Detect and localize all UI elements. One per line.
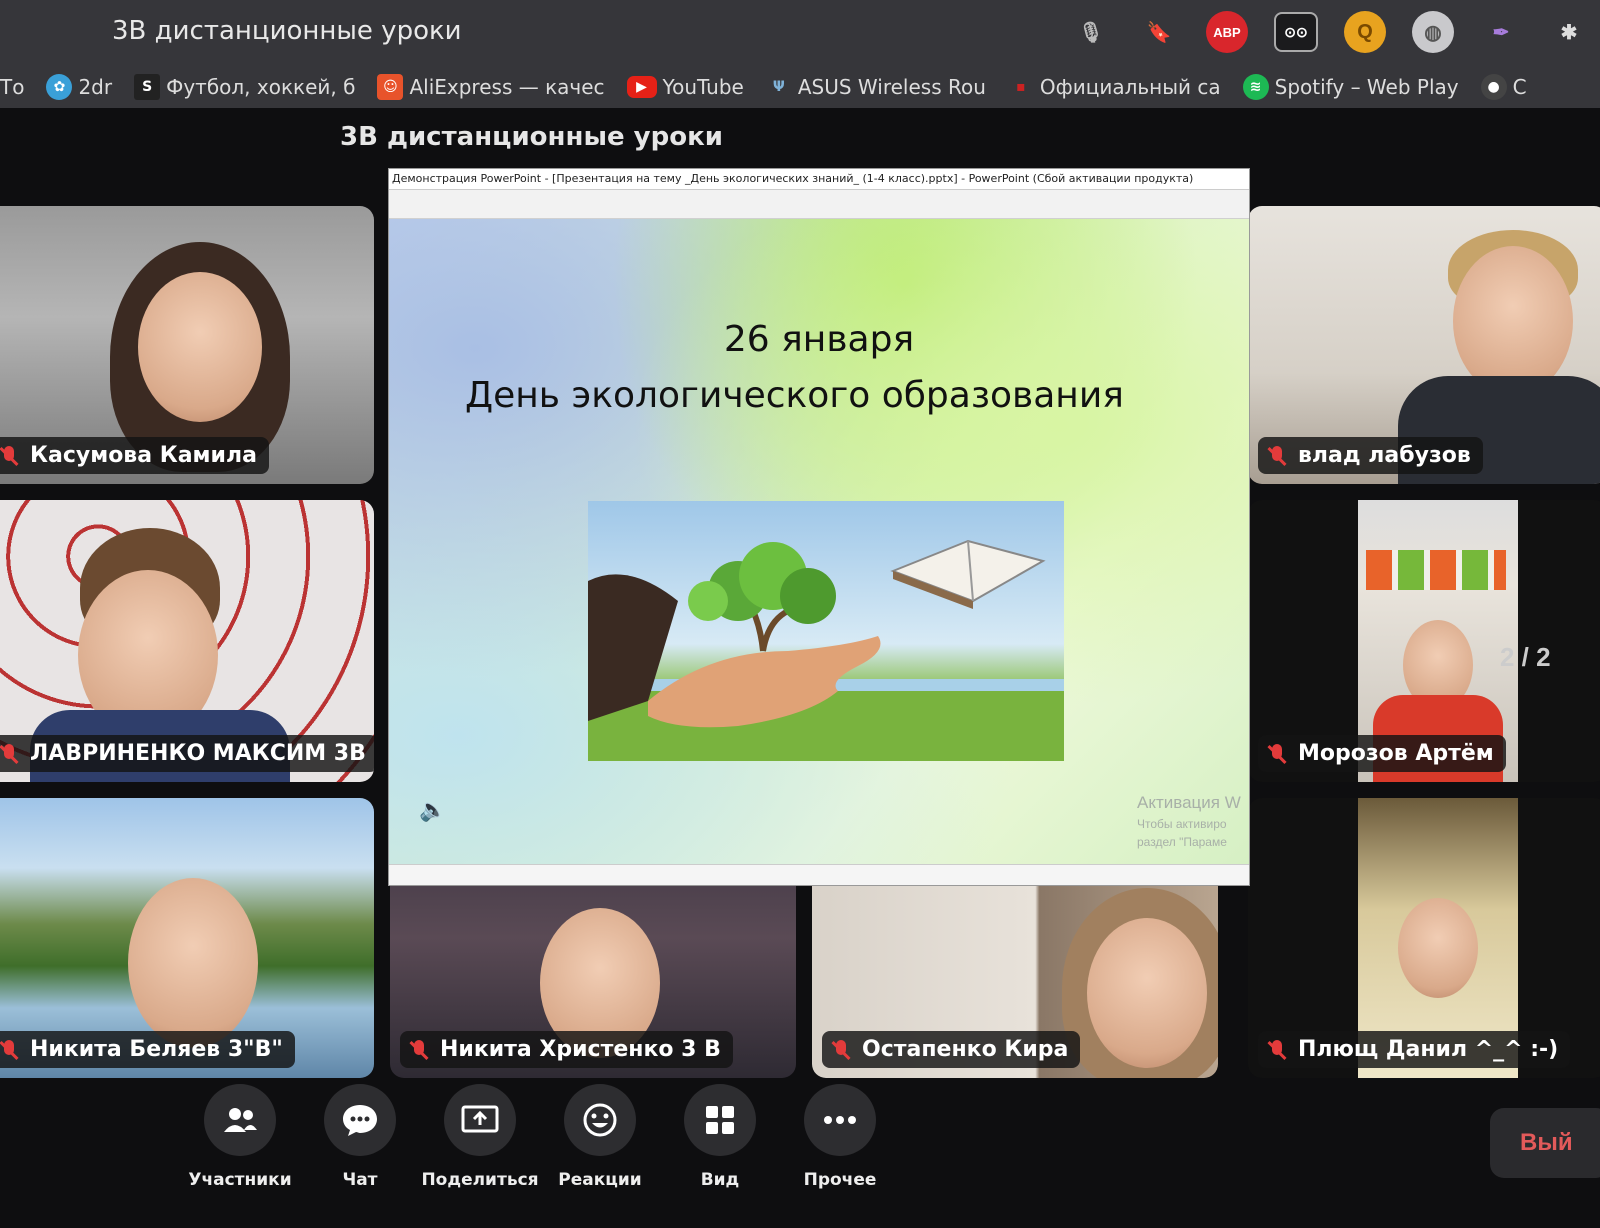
participant-face	[1087, 918, 1207, 1068]
participant-tile[interactable]: Касумова Камила	[0, 206, 374, 484]
bookmark-item[interactable]: ≋ Spotify – Web Play	[1242, 74, 1459, 100]
tab-title[interactable]: 3В дистанционные уроки	[112, 16, 462, 46]
bookmark-item[interactable]: ✿ 2dr	[46, 74, 112, 100]
mic-off-icon	[830, 1039, 852, 1061]
mic-off-icon	[0, 1039, 20, 1061]
meeting-toolbar: Участники Чат Поделиться Реакции Вид Про…	[180, 1084, 900, 1190]
coin-extension-icon[interactable]: Q	[1344, 11, 1386, 53]
participants-button[interactable]: Участники	[180, 1084, 300, 1190]
mic-off-icon	[1266, 743, 1288, 765]
globe-icon[interactable]: ◍	[1412, 11, 1454, 53]
youtube-icon: ▶	[626, 76, 657, 98]
hands-tree-book-illustration	[588, 539, 1064, 761]
camera-extension-icon[interactable]: ⊙⊙	[1274, 12, 1318, 52]
page-indicator[interactable]: 2 / 2	[1500, 642, 1551, 673]
reactions-button[interactable]: Реакции	[540, 1084, 660, 1190]
bookmark-item[interactable]: ● С	[1480, 74, 1527, 100]
extensions-bar: 🎙 🔖 ABP ⊙⊙ Q ◍ ✒ ✱	[1070, 8, 1600, 56]
participant-face	[1398, 898, 1478, 998]
ppt-status-bar	[389, 864, 1249, 885]
participant-name: Касумова Камила	[0, 437, 269, 474]
presentation-slide: 26 января День экологического образовани…	[389, 219, 1249, 865]
participant-tile[interactable]: Морозов Артём	[1248, 500, 1600, 782]
reactions-icon	[564, 1084, 636, 1156]
view-button[interactable]: Вид	[660, 1084, 780, 1190]
participant-name: ЛАВРИНЕНКО МАКСИМ 3В	[0, 735, 374, 772]
bookmark-item[interactable]: S Футбол, хоккей, б	[134, 74, 355, 100]
participant-name: Морозов Артём	[1258, 735, 1506, 772]
participant-name: Остапенко Кира	[822, 1031, 1081, 1068]
participant-face	[128, 878, 258, 1048]
meeting-title: 3В дистанционные уроки	[340, 122, 723, 152]
asus-icon: Ψ	[772, 79, 785, 95]
background-shelf	[1366, 550, 1506, 590]
browser-header: 3В дистанционные уроки 🎙 🔖 ABP ⊙⊙ Q ◍ ✒ …	[0, 0, 1600, 108]
feather-icon[interactable]: ✒	[1480, 11, 1522, 53]
ppt-ribbon	[389, 190, 1249, 219]
bookmark-item[interactable]: То	[0, 75, 24, 99]
view-grid-icon	[684, 1084, 756, 1156]
speaker-icon[interactable]: 🔈	[419, 797, 446, 823]
participant-tile[interactable]: Плющ Данил ^_^ :-)	[1248, 798, 1600, 1078]
participant-name: влад лабузов	[1258, 437, 1483, 474]
flower-icon: ✿	[46, 74, 73, 100]
mic-off-icon	[0, 445, 20, 467]
bookmark-item[interactable]: Ψ ASUS Wireless Rou	[766, 74, 986, 100]
adblock-plus-icon[interactable]: ABP	[1206, 11, 1248, 53]
bookmark-icon[interactable]: 🔖	[1138, 11, 1180, 53]
bookmarks-bar: То ✿ 2dr S Футбол, хоккей, б ☺ AliExpress —…	[0, 68, 1549, 106]
folder-icon: ●	[1480, 74, 1507, 100]
participant-tile[interactable]: ЛАВРИНЕНКО МАКСИМ 3В	[0, 500, 374, 782]
ppt-window-title: Демонстрация PowerPoint - [Презентация н…	[389, 169, 1249, 190]
slide-title: День экологического образования	[465, 375, 1124, 416]
mic-off-icon	[0, 743, 20, 765]
share-screen-button[interactable]: Поделиться	[420, 1084, 540, 1190]
activation-watermark: Активация W Чтобы активиро раздел "Парам…	[1137, 793, 1241, 849]
participant-tile[interactable]: Никита Беляев 3"В"	[0, 798, 374, 1078]
participant-face	[1453, 246, 1573, 396]
participant-tile[interactable]: влад лабузов	[1248, 206, 1600, 484]
participant-name: Плющ Данил ^_^ :-)	[1258, 1031, 1571, 1068]
flag-icon: ▪	[1016, 79, 1026, 95]
chat-button[interactable]: Чат	[300, 1084, 420, 1190]
bookmark-item[interactable]: ☺ AliExpress — качес	[377, 74, 605, 100]
participant-name: Никита Христенко 3 В	[400, 1031, 733, 1068]
aliexpress-icon: ☺	[377, 74, 404, 100]
mic-icon[interactable]: 🎙	[1070, 11, 1112, 53]
slide-image	[588, 501, 1064, 761]
leave-button[interactable]: Вый	[1490, 1108, 1600, 1178]
chat-icon	[324, 1084, 396, 1156]
slide-date: 26 января	[723, 319, 915, 360]
participant-face	[138, 272, 262, 422]
puzzle-icon[interactable]: ✱	[1548, 11, 1590, 53]
mic-off-icon	[408, 1039, 430, 1061]
sports-s-icon: S	[134, 74, 161, 100]
bookmark-item[interactable]: ▪ Официальный са	[1008, 74, 1221, 100]
participant-name: Никита Беляев 3"В"	[0, 1031, 295, 1068]
mic-off-icon	[1266, 445, 1288, 467]
spotify-icon: ≋	[1242, 74, 1269, 100]
participants-icon	[204, 1084, 276, 1156]
share-screen-icon	[444, 1084, 516, 1156]
shared-screen-window: Демонстрация PowerPoint - [Презентация н…	[388, 168, 1250, 886]
more-button[interactable]: Прочее	[780, 1084, 900, 1190]
more-icon	[804, 1084, 876, 1156]
bookmark-item[interactable]: ▶ YouTube	[626, 75, 744, 99]
mic-off-icon	[1266, 1039, 1288, 1061]
